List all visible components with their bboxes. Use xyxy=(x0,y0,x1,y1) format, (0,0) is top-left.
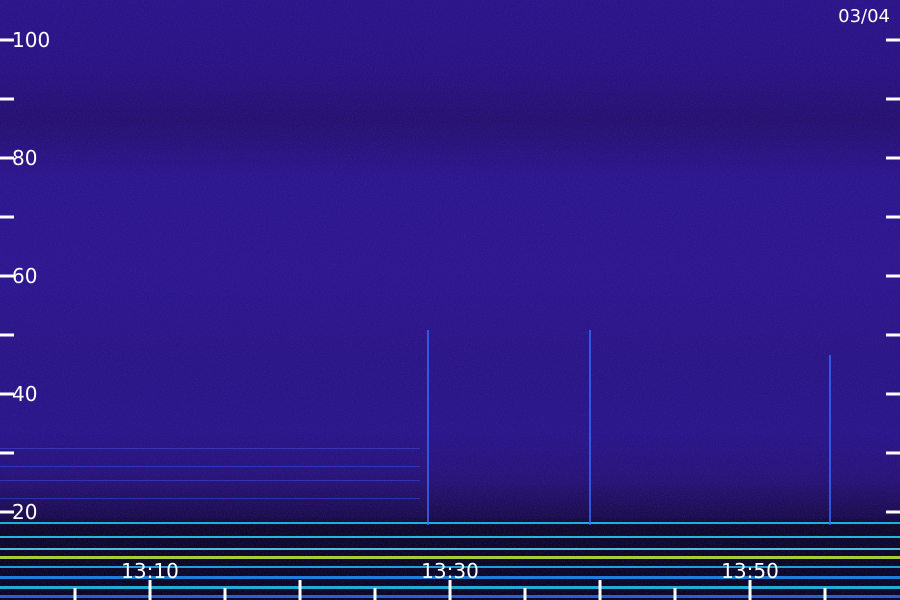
y-tick xyxy=(886,38,900,42)
x-tick xyxy=(673,588,677,600)
faint-signal-line xyxy=(0,480,420,481)
y-tick xyxy=(0,451,14,455)
y-tick-label: 100 xyxy=(12,28,50,52)
signal-band xyxy=(0,522,900,524)
x-tick xyxy=(223,588,227,600)
x-tick xyxy=(598,580,602,600)
y-tick xyxy=(886,451,900,455)
y-tick-label: 60 xyxy=(12,264,37,288)
x-tick xyxy=(373,588,377,600)
y-tick-label: 40 xyxy=(12,382,37,406)
y-tick xyxy=(0,215,14,219)
y-tick xyxy=(886,392,900,396)
x-tick-label: 13:10 xyxy=(121,559,179,583)
signal-band xyxy=(0,536,900,538)
y-tick-label: 20 xyxy=(12,500,37,524)
y-tick xyxy=(886,510,900,514)
x-tick xyxy=(523,588,527,600)
x-tick xyxy=(148,580,152,600)
y-tick xyxy=(886,97,900,101)
signal-band xyxy=(0,548,900,550)
y-tick-label: 80 xyxy=(12,146,37,170)
spectrogram: 20 40 60 80 100 13:10 13:30 13:50 03/04 xyxy=(0,0,900,600)
y-tick xyxy=(886,333,900,337)
faint-signal-line xyxy=(0,448,420,449)
x-tick-label: 13:50 xyxy=(721,559,779,583)
x-tick xyxy=(748,580,752,600)
date-label: 03/04 xyxy=(838,6,890,27)
x-tick xyxy=(448,580,452,600)
y-tick xyxy=(886,274,900,278)
y-tick xyxy=(886,215,900,219)
x-tick xyxy=(823,588,827,600)
y-tick xyxy=(886,156,900,160)
x-tick xyxy=(73,588,77,600)
x-tick xyxy=(298,580,302,600)
y-tick xyxy=(0,97,14,101)
faint-signal-line xyxy=(0,466,420,467)
y-tick xyxy=(0,333,14,337)
x-tick-label: 13:30 xyxy=(421,559,479,583)
spectrogram-overlay: 20 40 60 80 100 13:10 13:30 13:50 xyxy=(0,0,900,600)
faint-signal-line xyxy=(0,498,420,499)
